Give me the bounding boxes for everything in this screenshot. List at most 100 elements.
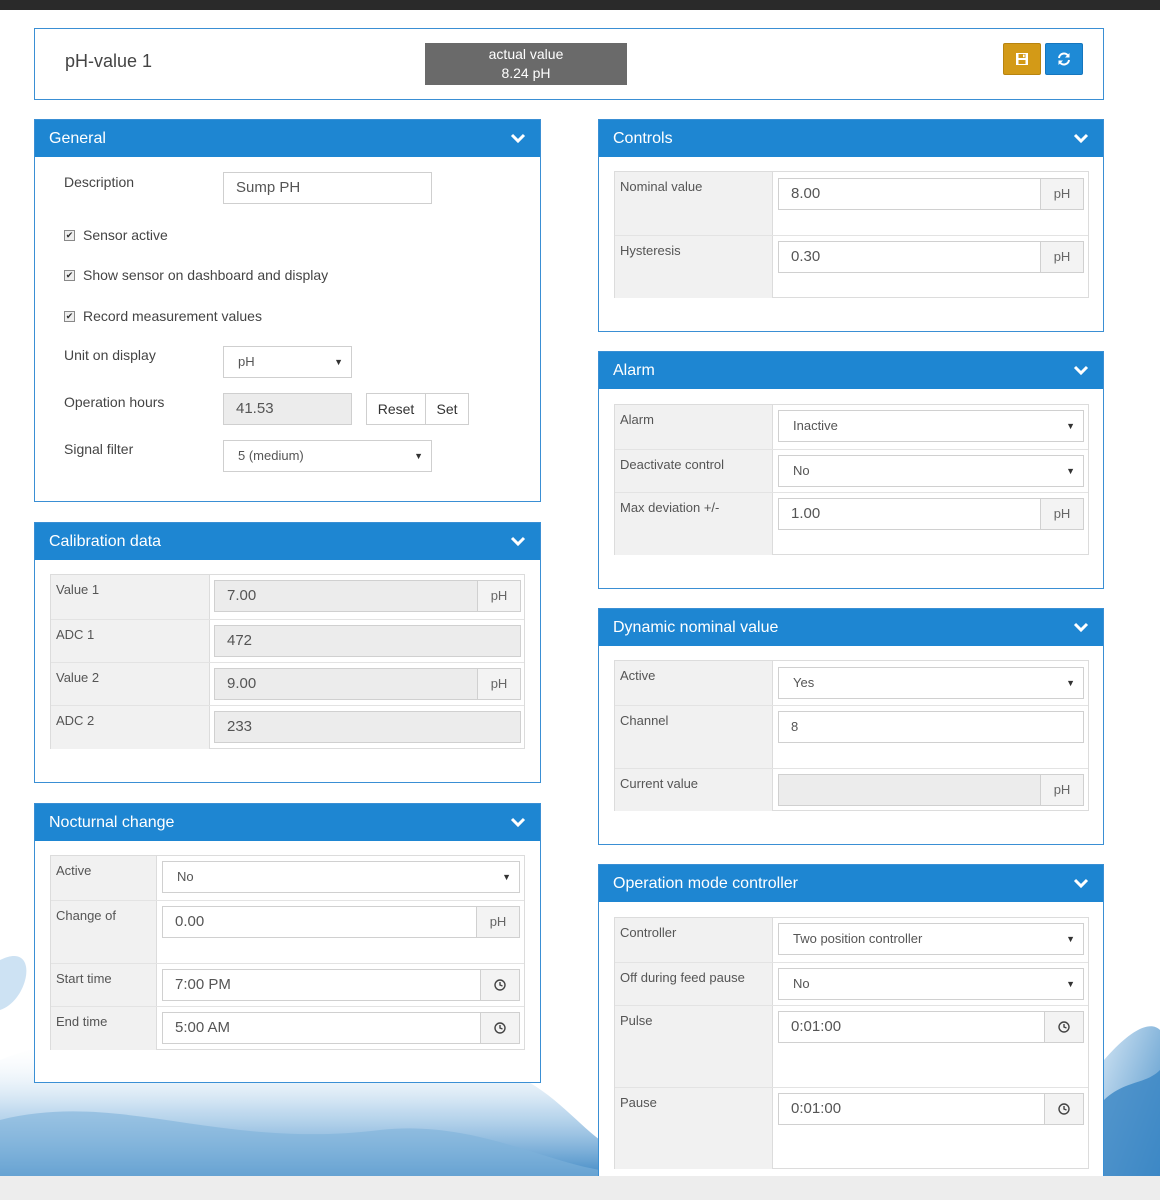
controller-label: Controller	[615, 918, 773, 962]
clock-icon	[1058, 1021, 1070, 1033]
record-values-label: Record measurement values	[83, 308, 262, 324]
alarm-panel: Alarm Alarm Inactive ▼ Deactivate contro…	[598, 351, 1104, 589]
value1-unit: pH	[477, 580, 521, 612]
set-button[interactable]: Set	[425, 393, 469, 425]
nocturnal-active-label: Active	[51, 856, 157, 900]
alarm-select[interactable]: Inactive ▼	[778, 410, 1084, 442]
end-time-label: End time	[51, 1007, 157, 1050]
actual-value-reading: 8.24 pH	[501, 65, 551, 81]
deactivate-control-label: Deactivate control	[615, 450, 773, 492]
pulse-picker-button[interactable]	[1044, 1011, 1084, 1043]
checkbox-checked-icon: ✔	[64, 229, 75, 241]
channel-label: Channel	[615, 706, 773, 768]
hysteresis-input[interactable]: 0.30 pH	[778, 241, 1084, 273]
nocturnal-active-select[interactable]: No ▼	[162, 861, 520, 893]
start-time-input[interactable]: 7:00 PM	[162, 969, 520, 1001]
alarm-panel-title: Alarm	[613, 362, 655, 379]
table-row: Off during feed pause No ▼	[615, 962, 1088, 1005]
alarm-label: Alarm	[615, 405, 773, 449]
sensor-active-checkbox[interactable]: ✔ Sensor active	[64, 227, 168, 243]
operation-mode-panel-title: Operation mode controller	[613, 875, 798, 892]
dynamic-nominal-panel-header[interactable]: Dynamic nominal value	[599, 609, 1103, 646]
save-button[interactable]	[1003, 43, 1041, 75]
controls-panel-header[interactable]: Controls	[599, 120, 1103, 157]
refresh-button[interactable]	[1045, 43, 1083, 75]
table-row: Controller Two position controller ▼	[615, 918, 1088, 962]
description-input[interactable]: Sump PH	[223, 172, 432, 204]
max-deviation-input[interactable]: 1.00 pH	[778, 498, 1084, 530]
channel-input[interactable]: 8	[778, 711, 1084, 743]
end-time-picker-button[interactable]	[480, 1012, 520, 1044]
chevron-down-icon[interactable]	[510, 130, 526, 146]
controls-panel-title: Controls	[613, 130, 673, 147]
value1-value: 7.00	[227, 587, 257, 604]
dynamic-active-select[interactable]: Yes ▼	[778, 667, 1084, 699]
controller-select[interactable]: Two position controller ▼	[778, 923, 1084, 955]
checkbox-checked-icon: ✔	[64, 269, 75, 281]
record-values-checkbox[interactable]: ✔ Record measurement values	[64, 308, 262, 324]
chevron-down-icon[interactable]	[1073, 130, 1089, 146]
nocturnal-active-value: No	[177, 869, 194, 884]
table-row: Hysteresis 0.30 pH	[615, 235, 1088, 298]
caret-down-icon: ▼	[1066, 421, 1075, 431]
calibration-panel: Calibration data Value 1 7.00 pH ADC 1 4…	[34, 522, 541, 783]
caret-down-icon: ▼	[1066, 678, 1075, 688]
show-on-dashboard-label: Show sensor on dashboard and display	[83, 267, 329, 283]
table-row: Channel 8	[615, 705, 1088, 768]
pause-value: 0:01:00	[791, 1100, 842, 1117]
operation-mode-panel-header[interactable]: Operation mode controller	[599, 865, 1103, 902]
dynamic-nominal-table: Active Yes ▼ Channel 8 Current value pH	[614, 660, 1089, 811]
sensor-active-label: Sensor active	[83, 227, 168, 243]
controller-value: Two position controller	[793, 931, 923, 946]
adc2-field: 233	[214, 711, 521, 743]
value2-unit: pH	[477, 668, 521, 700]
general-panel-header[interactable]: General	[35, 120, 540, 157]
pause-input[interactable]: 0:01:00	[778, 1093, 1084, 1125]
chevron-down-icon[interactable]	[1073, 875, 1089, 891]
deactivate-control-select[interactable]: No ▼	[778, 455, 1084, 487]
alarm-panel-header[interactable]: Alarm	[599, 352, 1103, 389]
caret-down-icon: ▼	[334, 357, 343, 367]
alarm-table: Alarm Inactive ▼ Deactivate control No ▼…	[614, 404, 1089, 555]
calibration-table: Value 1 7.00 pH ADC 1 472 Value 2 9.00 p…	[50, 574, 525, 749]
max-deviation-value: 1.00	[791, 505, 821, 522]
clock-icon	[494, 979, 506, 991]
chevron-down-icon[interactable]	[510, 533, 526, 549]
hysteresis-value: 0.30	[791, 248, 821, 265]
dynamic-nominal-panel-title: Dynamic nominal value	[613, 619, 779, 636]
off-during-feed-value: No	[793, 976, 810, 991]
adc1-label: ADC 1	[51, 620, 210, 662]
table-row: Value 1 7.00 pH	[51, 575, 524, 619]
value1-field: 7.00 pH	[214, 580, 521, 612]
chevron-down-icon[interactable]	[1073, 619, 1089, 635]
chevron-down-icon[interactable]	[1073, 362, 1089, 378]
operation-hours-field: 41.53	[223, 393, 352, 425]
clock-icon	[494, 1022, 506, 1034]
pause-picker-button[interactable]	[1044, 1093, 1084, 1125]
chevron-down-icon[interactable]	[510, 814, 526, 830]
start-time-picker-button[interactable]	[480, 969, 520, 1001]
caret-down-icon: ▼	[502, 872, 511, 882]
caret-down-icon: ▼	[1066, 934, 1075, 944]
signal-filter-select[interactable]: 5 (medium) ▼	[223, 440, 432, 472]
show-on-dashboard-checkbox[interactable]: ✔ Show sensor on dashboard and display	[64, 267, 328, 283]
end-time-input[interactable]: 5:00 AM	[162, 1012, 520, 1044]
pulse-value: 0:01:00	[791, 1018, 842, 1035]
start-time-label: Start time	[51, 964, 157, 1006]
off-during-feed-select[interactable]: No ▼	[778, 968, 1084, 1000]
change-of-value: 0.00	[175, 913, 205, 930]
table-row: ADC 2 233	[51, 705, 524, 749]
nocturnal-panel-title: Nocturnal change	[49, 814, 175, 831]
pulse-input[interactable]: 0:01:00	[778, 1011, 1084, 1043]
adc1-field: 472	[214, 625, 521, 657]
nocturnal-panel-header[interactable]: Nocturnal change	[35, 804, 540, 841]
nominal-value-input[interactable]: 8.00 pH	[778, 178, 1084, 210]
unit-select[interactable]: pH ▼	[223, 346, 352, 378]
table-row: Nominal value 8.00 pH	[615, 172, 1088, 235]
change-of-input[interactable]: 0.00 pH	[162, 906, 520, 938]
max-deviation-label: Max deviation +/-	[615, 493, 773, 555]
bottom-bar	[0, 1176, 1160, 1200]
deactivate-control-value: No	[793, 463, 810, 478]
reset-button[interactable]: Reset	[366, 393, 426, 425]
calibration-panel-header[interactable]: Calibration data	[35, 523, 540, 560]
